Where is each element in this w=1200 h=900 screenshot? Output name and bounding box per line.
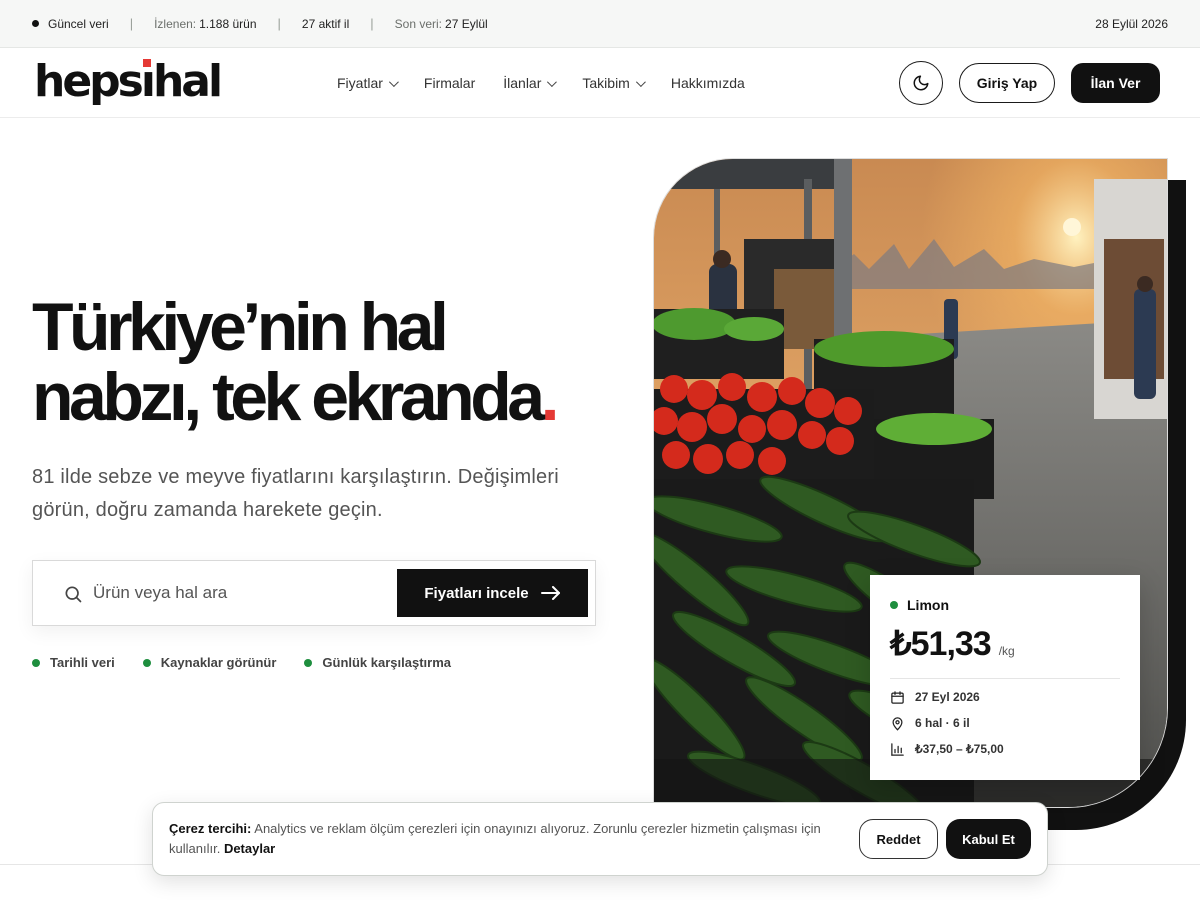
chevron-down-icon [635,76,646,87]
map-pin-icon [892,716,903,731]
price-sources-row: 6 hal · 6 il [890,715,1120,731]
green-dot-icon [890,601,898,609]
price-sources: 6 hal · 6 il [915,716,970,730]
search-button-label: Fiyatları incele [424,584,529,602]
divider: | [370,16,374,31]
tracked-label: İzlenen: [154,16,197,31]
cookie-reject-button[interactable]: Reddet [859,819,938,859]
last-data-label: Son veri: [394,16,443,31]
feature-label: Kaynaklar görünür [160,655,277,670]
live-dot-icon [32,20,39,27]
chevron-down-icon [388,76,399,87]
cookie-accept-button[interactable]: Kabul Et [946,819,1031,859]
product-name-row: Limon [890,597,1120,613]
nav-item-ilanlar[interactable]: İlanlar [503,75,558,91]
feature-item: Kaynaklar görünür [142,655,277,670]
chevron-down-icon [547,76,558,87]
cookie-banner: Çerez tercihi: Analytics ve reklam ölçüm… [152,802,1048,876]
calendar-icon [891,690,904,704]
login-button[interactable]: Giriş Yap [959,63,1055,103]
hero-title-line-2: nabzı, tek ekranda [32,359,545,435]
active-label: 27 aktif il [301,16,350,31]
nav-item-firmalar[interactable]: Firmalar [424,75,475,91]
tracked-count: İzlenen: 1.188 ürün [154,17,256,31]
nav-label: Firmalar [423,75,476,91]
search-bar: Fiyatları incele [32,560,596,626]
search-icon [65,586,82,603]
price-date-row: 27 Eyl 2026 [890,689,1120,705]
feature-item: Günlük karşılaştırma [304,655,451,670]
nav-label: İlanlar [503,75,542,91]
last-data: Son veri: 27 Eylül [395,17,488,31]
tracked-value: 1.188 ürün [199,16,257,31]
cookie-text: Çerez tercihi: Analytics ve reklam ölçüm… [169,819,849,859]
cookie-details-link[interactable]: Detaylar [224,841,275,856]
price-date: 27 Eyl 2026 [915,690,980,704]
green-dot-icon [142,658,151,667]
hero-title-period: . [540,359,560,435]
nav-label: Takibim [582,75,630,91]
live-status: Güncel veri [32,17,109,31]
price-range: ₺37,50 – ₺75,00 [915,742,1004,756]
feature-label: Günlük karşılaştırma [322,655,452,670]
search-input[interactable] [93,578,383,608]
moon-icon [913,75,929,91]
price-unit: /kg [998,644,1015,658]
price-range-row: ₺37,50 – ₺75,00 [890,741,1120,757]
bar-chart-icon [891,742,904,756]
search-submit-button[interactable]: Fiyatları incele [397,569,588,617]
logo-text-i: ı [140,56,156,107]
hero-title-line-1: Türkiye’nin hal [32,289,449,365]
active-provinces: 27 aktif il [302,17,349,31]
price-card[interactable]: Limon ₺51,33 /kg 27 Eyl 2026 6 hal · 6 i… [870,575,1140,780]
divider [890,678,1120,679]
last-data-value: 27 Eylül [445,16,488,31]
nav-item-hakkimizda[interactable]: Hakkımızda [671,75,745,91]
price-value: ₺51,33 [890,625,992,663]
status-bar: Güncel veri | İzlenen: 1.188 ürün | 27 a… [0,0,1200,48]
green-dot-icon [304,658,313,667]
arrow-right-icon [540,586,560,600]
logo-text-hal: hal [152,56,223,107]
feature-item: Tarihli veri [32,655,115,670]
nav-label: Fiyatlar [337,75,383,91]
feature-list: Tarihli veri Kaynaklar görünür Günlük ka… [32,655,451,670]
main-nav: Fiyatlar Firmalar İlanlar Takibim Hakkım… [337,48,745,118]
feature-label: Tarihli veri [50,655,115,670]
price-row: ₺51,33 /kg [890,624,1120,664]
divider: | [129,16,134,31]
site-header: hepsıhal Fiyatlar Firmalar İlanlar Takib… [0,48,1200,118]
logo-text-hepsi: heps [34,56,144,107]
nav-item-takibim[interactable]: Takibim [582,75,646,91]
hero-title: Türkiye’nin hal nabzı, tek ekranda. [32,292,632,432]
cookie-title: Çerez tercihi: [169,821,252,836]
hero-subtitle: 81 ilde sebze ve meyve fiyatlarını karşı… [32,466,559,521]
current-date: 28 Eylül 2026 [1095,16,1168,31]
post-listing-button[interactable]: İlan Ver [1071,63,1160,103]
site-logo[interactable]: hepsıhal [34,56,223,108]
live-label: Güncel veri [48,16,109,31]
nav-item-fiyatlar[interactable]: Fiyatlar [337,75,399,91]
nav-label: Hakkımızda [670,75,745,91]
product-name: Limon [907,597,949,613]
green-dot-icon [32,658,40,667]
divider: | [277,16,281,31]
theme-toggle-button[interactable] [899,61,943,105]
